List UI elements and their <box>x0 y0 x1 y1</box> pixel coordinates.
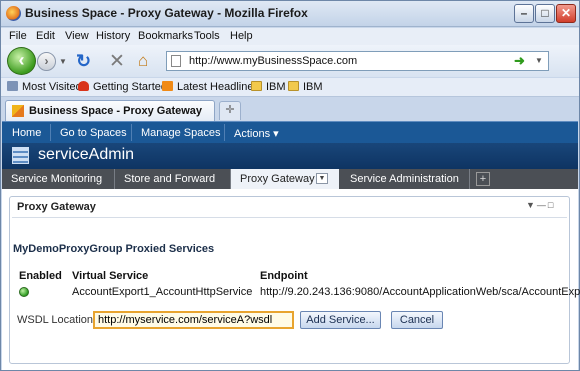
business-space-nav: Home Go to Spaces Manage Spaces Actions … <box>2 121 578 143</box>
add-page-icon[interactable]: + <box>476 172 490 186</box>
address-bar[interactable]: http://www.myBusinessSpace.com ➜ ▼ <box>166 51 549 71</box>
menu-help[interactable]: Help <box>230 30 253 42</box>
browser-window: Business Space - Proxy Gateway - Mozilla… <box>0 0 580 371</box>
most-visited-icon <box>7 81 18 91</box>
minimize-button[interactable]: – <box>514 4 534 23</box>
group-title: MyDemoProxyGroup Proxied Services <box>13 243 215 255</box>
menu-tools[interactable]: Tools <box>194 30 220 42</box>
getting-started-icon <box>78 81 89 91</box>
menu-view[interactable]: View <box>65 30 89 42</box>
rss-icon <box>162 81 173 91</box>
bookmark-latest-headlines[interactable]: Latest Headlines <box>162 81 259 93</box>
proxy-gateway-widget: Proxy Gateway ▼—□ MyDemoProxyGroup Proxi… <box>9 196 580 364</box>
folder-icon <box>251 81 262 91</box>
enabled-status-icon[interactable] <box>19 287 29 297</box>
bookmark-label: IBM <box>266 81 286 93</box>
widget-controls: ▼—□ <box>526 200 555 210</box>
home-icon[interactable]: ⌂ <box>138 51 148 71</box>
minimize-widget-icon[interactable]: — <box>537 200 548 210</box>
tab-service-monitoring[interactable]: Service Monitoring <box>11 169 102 189</box>
bookmark-most-visited[interactable]: Most Visited <box>7 81 82 93</box>
go-arrow-icon[interactable]: ➜ <box>514 53 525 69</box>
nav-manage-spaces[interactable]: Manage Spaces <box>141 127 221 139</box>
menu-history[interactable]: History <box>96 30 130 42</box>
reload-icon[interactable]: ↻ <box>76 51 91 72</box>
space-header: serviceAdmin <box>2 143 578 169</box>
widget-divider <box>12 217 567 218</box>
column-header-endpoint: Endpoint <box>260 270 308 282</box>
menu-bar: File Edit View History Bookmarks Tools H… <box>1 28 579 45</box>
tab-store-and-forward[interactable]: Store and Forward <box>124 169 215 189</box>
stop-icon[interactable]: ✕ <box>109 50 125 73</box>
bookmark-label: Getting Started <box>93 81 167 93</box>
widget-title: Proxy Gateway <box>17 201 96 213</box>
history-dropdown-icon[interactable]: ▼ <box>59 57 67 66</box>
bookmark-getting-started[interactable]: Getting Started <box>78 81 167 93</box>
wsdl-location-label: WSDL Location: <box>17 314 97 326</box>
bookmarks-toolbar: Most Visited Getting Started Latest Head… <box>1 78 579 97</box>
address-url[interactable]: http://www.myBusinessSpace.com <box>189 55 357 67</box>
page-content: Proxy Gateway ▼—□ MyDemoProxyGroup Proxi… <box>2 189 580 370</box>
maximize-widget-icon[interactable]: □ <box>548 200 555 210</box>
menu-bookmarks[interactable]: Bookmarks <box>138 30 193 42</box>
virtual-service-cell: AccountExport1_AccountHttpService <box>72 286 253 298</box>
close-button[interactable]: ✕ <box>556 4 576 23</box>
nav-go-to-spaces[interactable]: Go to Spaces <box>60 127 127 139</box>
tab-proxy-gateway-label: Proxy Gateway <box>240 173 315 185</box>
page-tabs: Service Monitoring Store and Forward Pro… <box>2 169 578 189</box>
nav-divider <box>224 124 225 141</box>
browser-tab-strip: Business Space - Proxy Gateway ✛ <box>1 97 579 121</box>
browser-tab-label: Business Space - Proxy Gateway <box>29 105 203 117</box>
page-icon <box>171 55 181 67</box>
tab-divider <box>114 169 115 189</box>
tab-divider <box>469 169 470 189</box>
nav-home[interactable]: Home <box>12 127 41 139</box>
bookmark-ibm-1[interactable]: IBM <box>251 81 286 93</box>
column-header-virtual-service: Virtual Service <box>72 270 149 282</box>
wsdl-location-input[interactable] <box>93 311 294 329</box>
folder-icon <box>288 81 299 91</box>
bookmark-label: Latest Headlines <box>177 81 259 93</box>
url-dropdown-icon[interactable]: ▼ <box>535 56 543 65</box>
bookmark-ibm-2[interactable]: IBM <box>288 81 323 93</box>
bookmark-label: Most Visited <box>22 81 82 93</box>
menu-edit[interactable]: Edit <box>36 30 55 42</box>
widget-menu-icon[interactable]: ▼ <box>526 200 537 210</box>
space-icon <box>12 147 29 164</box>
title-bar: Business Space - Proxy Gateway - Mozilla… <box>1 1 579 27</box>
firefox-icon <box>6 6 21 21</box>
nav-actions-menu[interactable]: Actions ▾ <box>234 127 279 140</box>
space-title: serviceAdmin <box>38 146 135 163</box>
forward-button[interactable]: › <box>37 52 56 71</box>
menu-file[interactable]: File <box>9 30 27 42</box>
column-header-enabled: Enabled <box>19 270 62 282</box>
new-tab-button[interactable]: ✛ <box>219 101 241 120</box>
maximize-button[interactable]: □ <box>535 4 555 23</box>
browser-tab[interactable]: Business Space - Proxy Gateway <box>5 100 215 121</box>
navigation-toolbar: ‹ › ▼ ↻ ✕ ⌂ http://www.myBusinessSpace.c… <box>1 45 579 77</box>
back-button[interactable]: ‹ <box>7 47 36 75</box>
tab-menu-icon[interactable]: ▼ <box>316 173 328 184</box>
nav-divider <box>50 124 51 141</box>
tab-service-administration[interactable]: Service Administration <box>350 169 459 189</box>
business-space-icon <box>12 105 24 117</box>
cancel-button[interactable]: Cancel <box>391 311 443 329</box>
nav-divider <box>131 124 132 141</box>
window-title: Business Space - Proxy Gateway - Mozilla… <box>25 6 308 20</box>
endpoint-cell: http://9.20.243.136:9080/AccountApplicat… <box>260 286 580 298</box>
bookmark-label: IBM <box>303 81 323 93</box>
add-service-button[interactable]: Add Service... <box>300 311 381 329</box>
